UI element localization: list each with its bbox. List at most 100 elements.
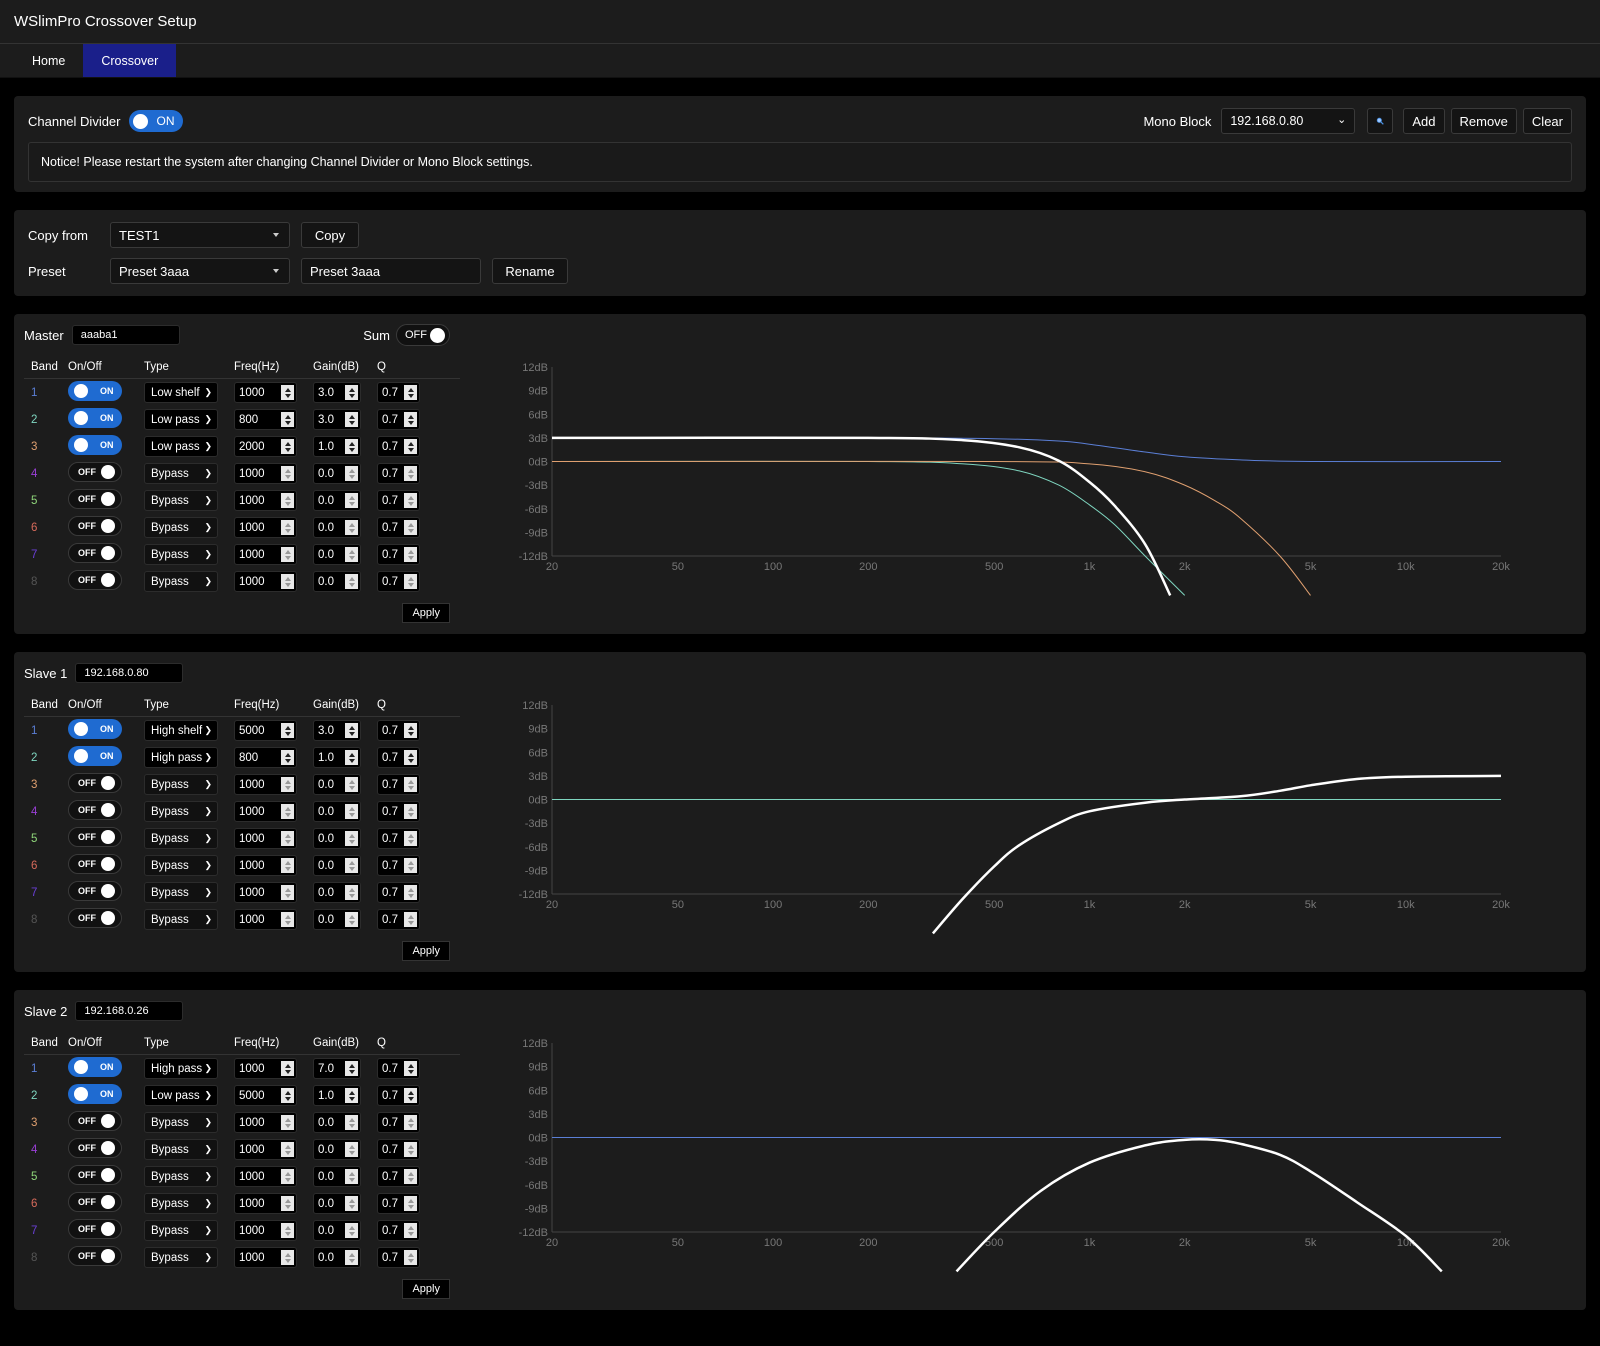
band-toggle[interactable]: OFF — [68, 1111, 122, 1131]
spinner-arrows-icon[interactable] — [345, 1061, 358, 1076]
spinner-arrows-icon[interactable] — [404, 885, 417, 900]
preset-name-input[interactable]: Preset 3aaa — [301, 258, 481, 284]
spinner-arrows-icon[interactable] — [404, 385, 417, 400]
gain-input[interactable]: 0.0 — [313, 463, 361, 484]
band-toggle[interactable]: ON — [68, 719, 122, 739]
q-input[interactable]: 0.7 — [377, 1247, 420, 1268]
rename-button[interactable]: Rename — [492, 258, 568, 284]
freq-input[interactable]: 1000 — [234, 1166, 297, 1187]
spinner-arrows-icon[interactable] — [281, 1169, 294, 1184]
q-input[interactable]: 0.7 — [377, 382, 420, 403]
band-type-select[interactable]: High pass ❯ — [144, 747, 218, 768]
spinner-arrows-icon[interactable] — [345, 1115, 358, 1130]
tab-home[interactable]: Home — [14, 44, 83, 77]
spinner-arrows-icon[interactable] — [281, 804, 294, 819]
freq-input[interactable]: 1000 — [234, 463, 297, 484]
band-type-select[interactable]: Low pass ❯ — [144, 436, 218, 457]
spinner-arrows-icon[interactable] — [404, 493, 417, 508]
copy-button[interactable]: Copy — [301, 222, 359, 248]
band-type-select[interactable]: Bypass ❯ — [144, 544, 218, 565]
spinner-arrows-icon[interactable] — [404, 804, 417, 819]
spinner-arrows-icon[interactable] — [345, 1196, 358, 1211]
spinner-arrows-icon[interactable] — [281, 750, 294, 765]
gain-input[interactable]: 0.0 — [313, 517, 361, 538]
spinner-arrows-icon[interactable] — [345, 912, 358, 927]
spinner-arrows-icon[interactable] — [404, 858, 417, 873]
spinner-arrows-icon[interactable] — [345, 439, 358, 454]
freq-input[interactable]: 1000 — [234, 909, 297, 930]
gain-input[interactable]: 0.0 — [313, 1193, 361, 1214]
gain-input[interactable]: 1.0 — [313, 1085, 361, 1106]
gain-input[interactable]: 1.0 — [313, 436, 361, 457]
band-type-select[interactable]: Bypass ❯ — [144, 828, 218, 849]
gain-input[interactable]: 0.0 — [313, 544, 361, 565]
spinner-arrows-icon[interactable] — [345, 723, 358, 738]
gain-input[interactable]: 0.0 — [313, 1247, 361, 1268]
band-toggle[interactable]: ON — [68, 746, 122, 766]
band-toggle[interactable]: ON — [68, 381, 122, 401]
spinner-arrows-icon[interactable] — [281, 1088, 294, 1103]
spinner-arrows-icon[interactable] — [404, 723, 417, 738]
spinner-arrows-icon[interactable] — [404, 1061, 417, 1076]
freq-input[interactable]: 1000 — [234, 571, 297, 592]
spinner-arrows-icon[interactable] — [281, 1196, 294, 1211]
search-button[interactable] — [1367, 108, 1394, 134]
q-input[interactable]: 0.7 — [377, 828, 420, 849]
q-input[interactable]: 0.7 — [377, 801, 420, 822]
band-type-select[interactable]: Bypass ❯ — [144, 801, 218, 822]
band-toggle[interactable]: OFF — [68, 462, 122, 482]
spinner-arrows-icon[interactable] — [404, 831, 417, 846]
mono-block-select[interactable]: 192.168.0.80 ⌄ — [1221, 108, 1356, 134]
spinner-arrows-icon[interactable] — [281, 1250, 294, 1265]
freq-input[interactable]: 1000 — [234, 490, 297, 511]
spinner-arrows-icon[interactable] — [281, 466, 294, 481]
spinner-arrows-icon[interactable] — [345, 831, 358, 846]
spinner-arrows-icon[interactable] — [404, 439, 417, 454]
spinner-arrows-icon[interactable] — [345, 1169, 358, 1184]
band-type-select[interactable]: Bypass ❯ — [144, 463, 218, 484]
gain-input[interactable]: 0.0 — [313, 855, 361, 876]
gain-input[interactable]: 0.0 — [313, 1139, 361, 1160]
spinner-arrows-icon[interactable] — [345, 520, 358, 535]
q-input[interactable]: 0.7 — [377, 720, 420, 741]
gain-input[interactable]: 1.0 — [313, 747, 361, 768]
apply-button[interactable]: Apply — [402, 1279, 450, 1299]
spinner-arrows-icon[interactable] — [345, 885, 358, 900]
spinner-arrows-icon[interactable] — [404, 1115, 417, 1130]
q-input[interactable]: 0.7 — [377, 463, 420, 484]
q-input[interactable]: 0.7 — [377, 544, 420, 565]
spinner-arrows-icon[interactable] — [281, 1223, 294, 1238]
spinner-arrows-icon[interactable] — [345, 547, 358, 562]
band-type-select[interactable]: Low pass ❯ — [144, 409, 218, 430]
band-toggle[interactable]: OFF — [68, 854, 122, 874]
tab-crossover[interactable]: Crossover — [83, 44, 177, 77]
device-name-input[interactable]: 192.168.0.80 — [75, 663, 184, 683]
gain-input[interactable]: 0.0 — [313, 571, 361, 592]
band-toggle[interactable]: OFF — [68, 543, 122, 563]
band-type-select[interactable]: Bypass ❯ — [144, 1139, 218, 1160]
band-toggle[interactable]: ON — [68, 435, 122, 455]
q-input[interactable]: 0.7 — [377, 774, 420, 795]
q-input[interactable]: 0.7 — [377, 571, 420, 592]
band-type-select[interactable]: Bypass ❯ — [144, 1166, 218, 1187]
q-input[interactable]: 0.7 — [377, 1166, 420, 1187]
spinner-arrows-icon[interactable] — [281, 1142, 294, 1157]
spinner-arrows-icon[interactable] — [404, 750, 417, 765]
spinner-arrows-icon[interactable] — [404, 1142, 417, 1157]
band-type-select[interactable]: Bypass ❯ — [144, 1220, 218, 1241]
q-input[interactable]: 0.7 — [377, 1193, 420, 1214]
freq-input[interactable]: 1000 — [234, 855, 297, 876]
spinner-arrows-icon[interactable] — [281, 1061, 294, 1076]
freq-input[interactable]: 1000 — [234, 1139, 297, 1160]
band-toggle[interactable]: OFF — [68, 489, 122, 509]
band-type-select[interactable]: Bypass ❯ — [144, 1247, 218, 1268]
freq-input[interactable]: 800 — [234, 747, 297, 768]
spinner-arrows-icon[interactable] — [345, 1142, 358, 1157]
q-input[interactable]: 0.7 — [377, 1058, 420, 1079]
band-toggle[interactable]: OFF — [68, 881, 122, 901]
band-type-select[interactable]: Low shelf ❯ — [144, 382, 218, 403]
spinner-arrows-icon[interactable] — [404, 574, 417, 589]
spinner-arrows-icon[interactable] — [281, 439, 294, 454]
gain-input[interactable]: 0.0 — [313, 828, 361, 849]
spinner-arrows-icon[interactable] — [345, 385, 358, 400]
